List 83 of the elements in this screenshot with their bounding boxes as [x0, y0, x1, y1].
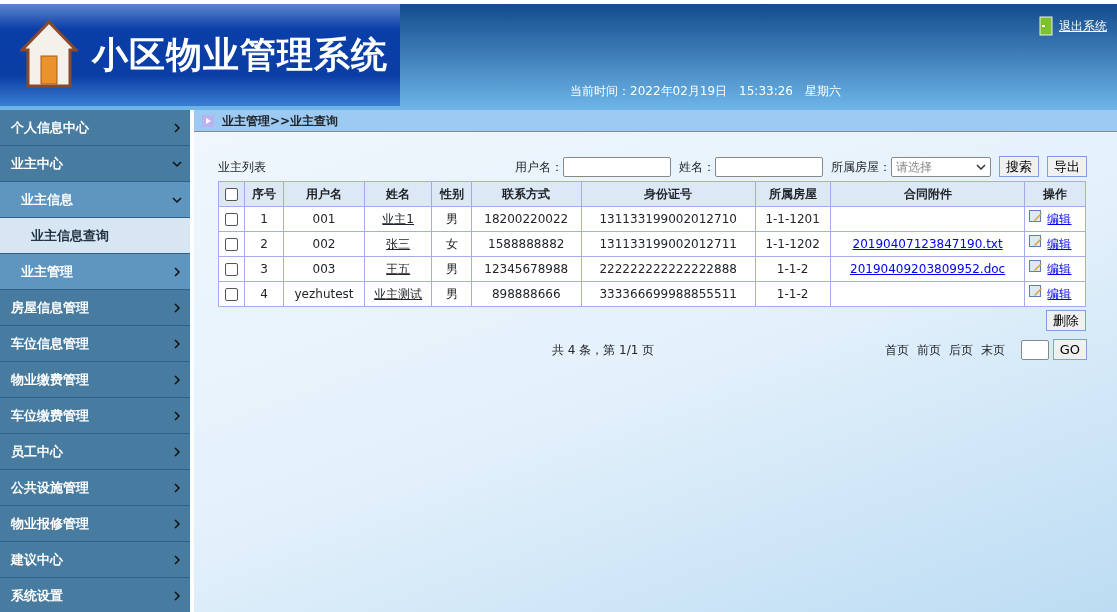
table-cell: 1-1-2 — [755, 281, 831, 307]
search-button[interactable]: 搜索 — [999, 156, 1039, 177]
table-cell: 003 — [283, 256, 365, 282]
table-cell: 1 — [244, 206, 284, 232]
table-cell: 12345678988 — [471, 256, 582, 282]
chevron-right-icon — [172, 374, 182, 385]
chevron-right-icon — [172, 302, 182, 313]
house-label: 所属房屋： — [831, 158, 891, 176]
pager-link[interactable]: 首页 — [884, 340, 909, 359]
chevron-down-icon — [172, 194, 182, 205]
edit-icon — [1029, 210, 1044, 224]
table-cell: 男 — [432, 206, 472, 232]
breadcrumb: 业主管理>>业主查询 — [222, 112, 339, 130]
username-field[interactable] — [563, 156, 671, 177]
house-select[interactable]: 请选择 — [891, 156, 991, 177]
table-cell: 3 — [244, 256, 284, 282]
page-field[interactable] — [1020, 339, 1049, 360]
table-cell: 001 — [283, 206, 365, 232]
logout-link[interactable]: 退出系统 — [1059, 17, 1107, 35]
chevron-right-icon — [172, 266, 182, 277]
name-field[interactable] — [715, 156, 823, 177]
edit-icon — [1029, 260, 1044, 274]
go-button[interactable]: GO — [1052, 339, 1087, 360]
chevron-right-icon — [172, 554, 182, 565]
edit-icon — [1029, 235, 1044, 249]
row-checkbox[interactable] — [225, 288, 239, 301]
table-cell: yezhutest — [283, 281, 365, 307]
caret-icon — [976, 163, 986, 170]
export-button[interactable]: 导出 — [1047, 156, 1087, 177]
name-label: 姓名： — [679, 158, 715, 176]
row-checkbox[interactable] — [225, 238, 239, 251]
pager-link[interactable]: 前页 — [916, 340, 941, 359]
page-summary: 共 4 条，第 1/1 页 — [552, 341, 655, 359]
pager-link[interactable]: 后页 — [948, 340, 973, 359]
chevron-right-icon — [172, 338, 182, 349]
table-cell: 女 — [432, 231, 472, 257]
table-cell: 2 — [244, 231, 284, 257]
row-checkbox[interactable] — [225, 213, 239, 226]
row-checkbox[interactable] — [225, 263, 239, 276]
table-cell: 1-1-1201 — [755, 206, 831, 232]
table-cell: 1588888882 — [471, 231, 582, 257]
column-header: 所属房屋 — [755, 181, 831, 207]
door-icon — [1039, 16, 1053, 36]
delete-button[interactable]: 删除 — [1046, 310, 1086, 331]
table-cell: 898888666 — [471, 281, 582, 307]
column-header: 序号 — [244, 181, 284, 207]
table-cell: 男 — [432, 256, 472, 282]
chevron-right-icon — [172, 482, 182, 493]
column-header: 性别 — [432, 181, 472, 207]
select-all-checkbox[interactable] — [225, 188, 239, 201]
house-icon — [20, 20, 78, 90]
pager-link[interactable]: 末页 — [980, 340, 1005, 359]
chevron-right-icon — [172, 410, 182, 421]
table-cell: 1-1-1202 — [755, 231, 831, 257]
table-cell: 222222222222222888 — [581, 256, 755, 282]
column-header: 操作 — [1024, 181, 1086, 207]
column-header: 姓名 — [364, 181, 432, 207]
name-link[interactable]: 王五 — [386, 262, 411, 276]
name-link[interactable]: 张三 — [386, 237, 411, 251]
sidebar-item[interactable]: 业主信息查询 — [0, 218, 190, 254]
chevron-down-icon — [172, 158, 182, 169]
chevron-right-icon — [172, 446, 182, 457]
table-cell: 4 — [244, 281, 284, 307]
table-cell: 131133199002012711 — [581, 231, 755, 257]
play-icon — [202, 114, 214, 127]
chevron-right-icon — [172, 122, 182, 133]
chevron-right-icon — [172, 590, 182, 601]
table-cell: 002 — [283, 231, 365, 257]
chevron-right-icon — [172, 518, 182, 529]
username-label: 用户名： — [515, 158, 563, 176]
column-header: 用户名 — [283, 181, 365, 207]
column-header: 身份证号 — [581, 181, 755, 207]
current-time: 当前时间：2022年02月19日 15:33:26 星期六 — [570, 83, 841, 100]
list-title: 业主列表 — [218, 158, 266, 176]
column-header: 合同附件 — [830, 181, 1025, 207]
table-cell: 18200220022 — [471, 206, 582, 232]
table-cell: 男 — [432, 281, 472, 307]
table-cell: 333366699988855511 — [581, 281, 755, 307]
column-header: 联系方式 — [471, 181, 582, 207]
app-title: 小区物业管理系统 — [92, 33, 388, 77]
table-cell: 1-1-2 — [755, 256, 831, 282]
table-cell: 131133199002012710 — [581, 206, 755, 232]
edit-icon — [1029, 285, 1044, 299]
